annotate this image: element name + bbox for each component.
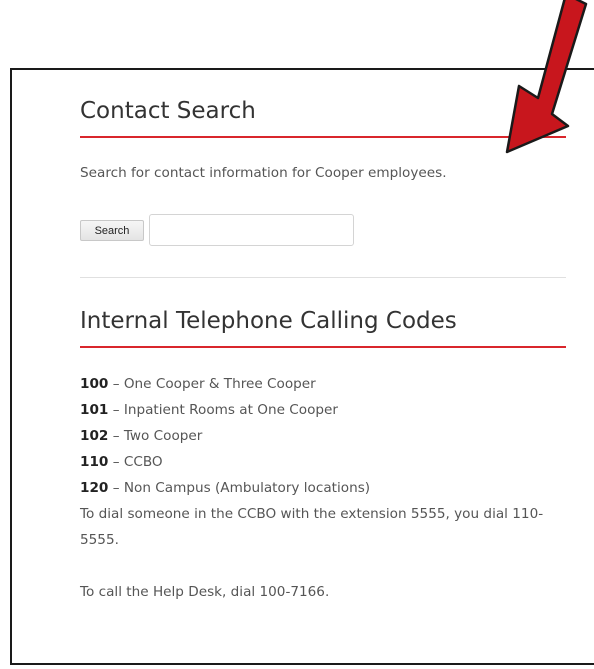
- calling-code-item-101: 101 – Inpatient Rooms at One Cooper: [80, 397, 370, 423]
- calling-code-item-100: 100 – One Cooper & Three Cooper: [80, 371, 370, 397]
- calling-code-separator: –: [108, 428, 124, 444]
- calling-codes-list: 100 – One Cooper & Three Cooper 101 – In…: [80, 371, 370, 501]
- calling-code-label: Two Cooper: [123, 428, 203, 444]
- help-desk-instructions: To call the Help Desk, dial 100-7166.: [80, 584, 330, 600]
- contact-search-title-underline: [80, 136, 566, 138]
- calling-code-label: One Cooper & Three Cooper: [123, 376, 316, 392]
- calling-code-separator: –: [108, 402, 124, 418]
- calling-code-number: 101: [80, 402, 109, 418]
- calling-codes-title: Internal Telephone Calling Codes: [80, 308, 457, 334]
- calling-code-number: 110: [80, 454, 109, 470]
- calling-code-label: CCBO: [123, 454, 163, 470]
- calling-codes-title-underline: [80, 346, 566, 348]
- calling-code-separator: –: [108, 376, 124, 392]
- calling-code-item-110: 110 – CCBO: [80, 449, 370, 475]
- calling-code-separator: –: [108, 480, 124, 496]
- contact-search-description: Search for contact information for Coope…: [80, 165, 447, 181]
- calling-code-label: Non Campus (Ambulatory locations): [123, 480, 371, 496]
- calling-code-label: Inpatient Rooms at One Cooper: [123, 402, 338, 418]
- calling-code-number: 100: [80, 376, 109, 392]
- screenshot-stage: Contact Search Search for contact inform…: [0, 0, 594, 669]
- ccbo-dial-instructions: To dial someone in the CCBO with the ext…: [80, 506, 544, 548]
- calling-code-item-120: 120 – Non Campus (Ambulatory locations): [80, 475, 370, 501]
- contact-search-title: Contact Search: [80, 98, 256, 124]
- calling-code-separator: –: [108, 454, 124, 470]
- section-divider: [80, 277, 566, 278]
- search-button[interactable]: Search: [80, 220, 144, 241]
- content-panel: Contact Search Search for contact inform…: [10, 68, 594, 665]
- calling-code-number: 120: [80, 480, 109, 496]
- calling-code-item-102: 102 – Two Cooper: [80, 423, 370, 449]
- calling-code-number: 102: [80, 428, 109, 444]
- search-input[interactable]: [149, 214, 354, 246]
